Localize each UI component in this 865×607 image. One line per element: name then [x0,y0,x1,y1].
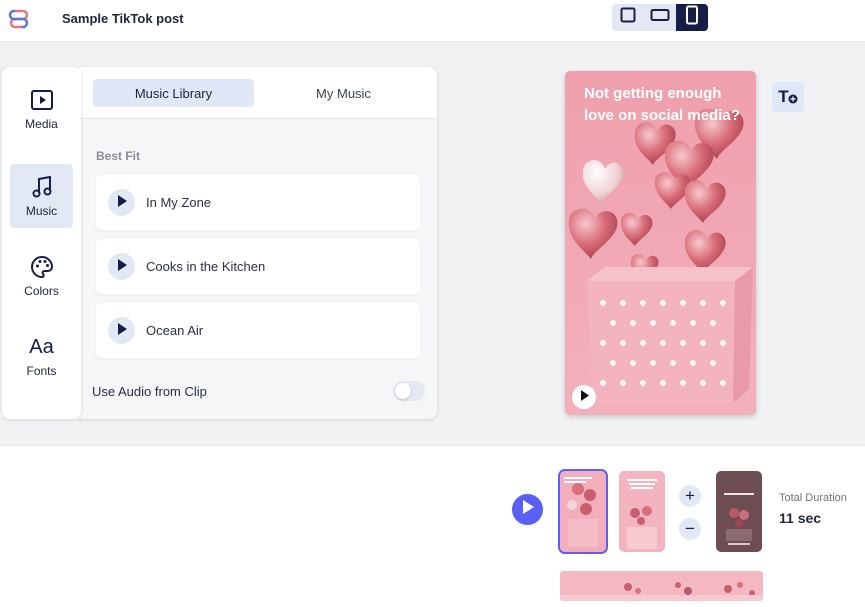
audio-track-preview [560,571,763,601]
scene-thumbnail-image [560,471,606,552]
landscape-aspect-button[interactable] [644,4,676,31]
music-tabs: Music Library My Music [78,67,437,119]
play-icon [580,388,589,406]
left-sidebar: Media Music Colors Aa Fonts [2,67,81,419]
plus-badge-icon [788,94,798,104]
add-scene-button[interactable]: + [679,485,701,507]
tab-music-library[interactable]: Music Library [93,79,254,107]
play-track-button[interactable] [108,189,135,216]
track-item[interactable]: Cooks in the Kitchen [96,239,420,294]
landscape-aspect-icon [650,7,670,28]
video-preview[interactable]: Not getting enough love on social media? [565,71,756,415]
sidebar-item-label: Fonts [26,364,57,378]
scene-thumbnail-image [619,471,665,552]
scene-thumbnail[interactable] [619,471,665,552]
preview-caption[interactable]: Not getting enough love on social media? [584,83,744,127]
track-item[interactable]: In My Zone [96,175,420,230]
track-name: Cooks in the Kitchen [146,259,266,274]
top-bar: Sample TikTok post [0,0,865,42]
sidebar-item-music[interactable]: Music [10,164,73,228]
square-aspect-icon [620,7,636,28]
scene-thumbnail-image [716,471,762,552]
fonts-icon: Aa [29,335,54,358]
music-panel: Music Library My Music Best Fit In My Zo… [78,67,437,419]
track-name: Ocean Air [146,323,204,338]
sidebar-item-label: Colors [24,284,59,298]
preview-play-button[interactable] [572,385,596,409]
use-audio-toggle[interactable] [393,381,425,401]
use-audio-label: Use Audio from Clip [92,384,207,399]
sidebar-item-media[interactable]: Media [10,77,73,141]
audio-track-strip[interactable] [560,571,763,601]
play-icon [117,322,127,340]
tab-my-music[interactable]: My Music [263,79,424,107]
sidebar-item-fonts[interactable]: Aa Fonts [10,324,73,388]
play-icon [117,258,127,276]
portrait-aspect-icon [685,5,699,30]
play-icon [117,194,127,212]
play-track-button[interactable] [108,253,135,280]
remove-scene-button[interactable]: − [679,518,701,540]
media-icon [29,87,55,113]
total-duration-label: Total Duration [779,492,847,504]
palette-icon [29,254,55,280]
play-track-button[interactable] [108,317,135,344]
brand-logo-icon[interactable] [8,7,30,29]
scene-thumbnail[interactable] [716,471,762,552]
track-name: In My Zone [146,195,212,210]
project-title[interactable]: Sample TikTok post [62,11,184,26]
toggle-knob [395,383,411,399]
add-text-button[interactable]: T [772,82,804,112]
timeline-play-button[interactable] [512,494,543,525]
square-aspect-button[interactable] [612,4,644,31]
music-note-icon [29,174,55,200]
aspect-ratio-switcher [612,4,708,31]
sidebar-item-colors[interactable]: Colors [10,244,73,308]
section-label-best-fit: Best Fit [96,149,141,163]
sidebar-item-label: Media [25,117,58,131]
portrait-aspect-button[interactable] [676,4,708,31]
total-duration-value: 11 sec [779,510,822,526]
play-icon [522,500,534,519]
track-item[interactable]: Ocean Air [96,303,420,358]
sidebar-item-label: Music [25,204,58,218]
scene-thumbnail[interactable] [558,469,608,554]
